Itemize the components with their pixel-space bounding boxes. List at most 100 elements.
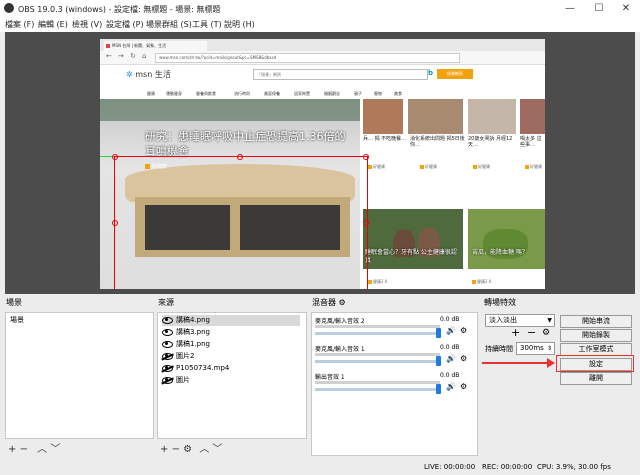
sources-dock-title: 來源 [158,298,174,307]
menu-help[interactable]: 說明 (H) [224,19,255,30]
move-down-icon[interactable]: ﹀ [50,444,60,455]
annotation-arrow [482,362,552,364]
hidden-eye-icon[interactable] [162,364,173,372]
browser-address-row: ← → ↻ ⌂ www.msn.com/zh-tw/?ocid=mailsign… [100,51,545,65]
news-tile-caption: 喝太多 這些事… [520,136,542,148]
volume-slider-handle[interactable] [436,328,441,338]
source-item[interactable]: P1050734.mp4 [162,363,229,374]
bing-logo-icon: b [428,69,434,77]
source-item[interactable]: 圖片 [162,375,190,386]
scenes-list[interactable]: 場景 [5,312,154,439]
hidden-eye-icon[interactable] [162,376,173,384]
menu-file[interactable]: 檔案 (F) [5,19,34,30]
remove-transition-button[interactable]: − [527,326,536,339]
tile-source: 好健康 [473,164,490,170]
volume-slider[interactable] [315,388,440,391]
news-tile-caption: 睡眠會當心？牙有點 公主健康很認真 [365,249,457,264]
remove-source-button[interactable]: − [172,444,180,455]
source-item[interactable]: 圖片2 [162,351,194,362]
category: 婚姻觀念 [324,91,340,96]
menu-scene-collection[interactable]: 場景群組 (S) [146,19,192,30]
refresh-icon: ↻ [130,52,136,60]
scene-item[interactable]: 場景 [10,315,24,326]
add-source-button[interactable]: + [160,444,168,455]
speaker-icon[interactable]: 🔊 [446,354,456,363]
resize-handle[interactable] [363,220,369,226]
chevron-down-icon: ▼ [547,317,552,324]
spin-arrows-icon: ⇕ [546,345,552,352]
category: 寵物 [374,91,382,96]
resize-handle[interactable] [112,154,118,160]
msn-header: ✲ msn 生活 「搜尋」網頁 b 搜尋網頁 [100,65,545,85]
volume-slider[interactable] [315,360,440,363]
speaker-icon[interactable]: 🔊 [446,326,456,335]
news-tile-image [468,209,545,269]
tile-source: 好健康 [368,164,385,170]
gear-icon[interactable]: ⚙ [183,444,192,455]
volume-meter [315,381,440,384]
sources-list[interactable]: 講稿4.png 講稿3.png 講稿1.png 圖片2 P1050734.mp4… [157,312,307,439]
scenes-toolbar: + − ︿ ﹀ [8,440,60,455]
annotation-highlight-box [556,355,634,372]
gear-icon[interactable]: ⚙ [460,354,467,363]
visibility-eye-icon[interactable] [162,316,173,324]
browser-tab-strip: MSN 台灣 | 新聞、氣象、生活 [100,39,545,51]
maximize-button[interactable]: ☐ [585,0,613,17]
mixer-channel-name: 輸出音效 1 [315,374,345,381]
menu-edit[interactable]: 編輯 (E) [38,19,68,30]
menu-profile[interactable]: 設定檔 (P) [106,19,144,30]
obs-logo-icon [4,3,14,13]
speaker-icon[interactable]: 🔊 [446,382,456,391]
tile-source: 好健康 [420,164,437,170]
menu-view[interactable]: 檢視 (V) [72,19,102,30]
source-item[interactable]: 講稿1.png [162,339,210,350]
add-transition-button[interactable]: + [511,326,520,339]
address-field: www.msn.com/zh-tw/?ocid=mailsignout&pc=S… [155,53,460,63]
preview-canvas[interactable]: MSN 台灣 | 新聞、氣象、生活 ← → ↻ ⌂ www.msn.com/zh… [100,39,545,289]
forward-icon: → [118,52,124,60]
visibility-eye-icon[interactable] [162,328,173,336]
gear-icon[interactable]: ⚙ [460,382,467,391]
add-scene-button[interactable]: + [8,444,16,455]
remove-scene-button[interactable]: − [20,444,28,455]
hidden-eye-icon[interactable] [162,352,173,360]
exit-button[interactable]: 離開 [560,372,632,385]
source-selection-box[interactable] [114,156,368,289]
preview-area[interactable]: MSN 台灣 | 新聞、氣象、生活 ← → ↻ ⌂ www.msn.com/zh… [5,32,635,294]
duration-spinbox[interactable]: 300ms ⇕ [516,342,555,355]
news-tile-image [408,99,463,134]
minimize-button[interactable]: — [556,0,584,17]
volume-meter [315,325,440,328]
menu-tools[interactable]: 工具 (T) [192,19,222,30]
msn-search-button: 搜尋網頁 [437,69,473,79]
source-item[interactable]: 講稿3.png [162,327,210,338]
move-up-icon[interactable]: ︿ [37,444,47,455]
mixer-channel-name: 麥克風/輸入音效 2 [315,318,365,325]
resize-handle[interactable] [363,154,369,160]
news-tile-image [468,99,516,134]
news-tile-caption: 兵… 揭 不吃晚餐… [363,136,407,142]
volume-slider-handle[interactable] [436,384,441,394]
annotation-arrowhead [547,358,555,368]
volume-slider-handle[interactable] [436,356,441,366]
volume-slider[interactable] [315,332,440,335]
gear-icon[interactable]: ⚙ [542,328,550,338]
duration-label: 持續時間 [485,345,513,353]
close-button[interactable]: ✕ [612,0,640,17]
visibility-eye-icon[interactable] [162,340,173,348]
butterfly-icon: ✲ [126,70,133,79]
move-up-icon[interactable]: ︿ [199,444,209,455]
msn-search-input: 「搜尋」網頁 [253,69,428,80]
start-recording-button[interactable]: 開始錄製 [560,329,632,342]
start-streaming-button[interactable]: 開始串流 [560,315,632,328]
gear-icon[interactable]: ⚙ [460,326,467,335]
news-tile-image [520,99,545,134]
news-tile-caption: 20歲女哭訴 月經12天… [468,136,513,148]
gear-icon[interactable]: ⚙ [339,298,346,307]
move-down-icon[interactable]: ﹀ [213,444,223,455]
resize-handle[interactable] [112,220,118,226]
resize-handle[interactable] [237,154,243,160]
tile-source: 好健康 [525,164,542,170]
mixer-channel-db: 0.0 dB [440,344,460,351]
source-item[interactable]: 講稿4.png [162,315,300,326]
